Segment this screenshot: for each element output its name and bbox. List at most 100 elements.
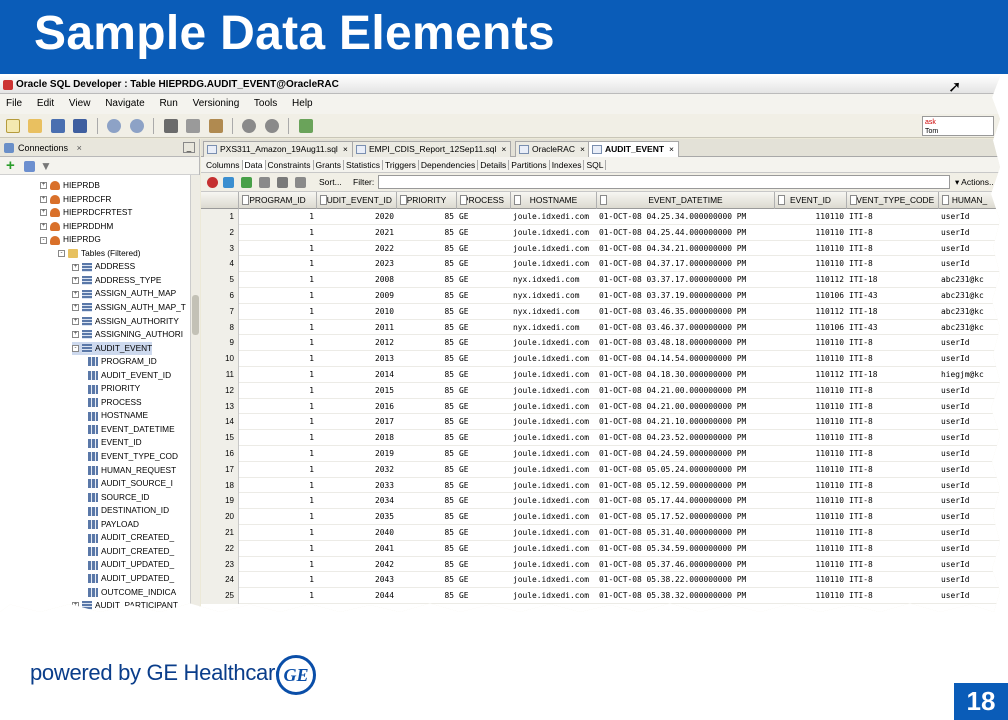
tab-empi-cdis-sql[interactable]: EMPI_CDIS_Report_12Sep11.sql × [352, 141, 512, 157]
table-cell[interactable]: 110110 [775, 462, 847, 478]
tree-node-column[interactable]: AUDIT_EVENT_ID [88, 369, 171, 383]
subtab-sql[interactable]: SQL [584, 160, 607, 170]
menu-help[interactable]: Help [292, 98, 313, 109]
expand-icon[interactable]: + [72, 317, 79, 325]
table-cell[interactable]: ITI-8 [847, 430, 939, 446]
expand-icon[interactable]: + [72, 304, 79, 312]
table-cell[interactable]: 2034 [317, 493, 397, 509]
table-cell[interactable]: joule.idxedi.com [511, 430, 597, 446]
sort-handle-icon[interactable] [400, 195, 407, 205]
subtab-statistics[interactable]: Statistics [344, 160, 384, 170]
table-cell[interactable]: 1 [239, 525, 317, 541]
table-cell[interactable]: userId [939, 225, 1000, 241]
subtab-columns[interactable]: Columns [204, 160, 243, 170]
table-cell[interactable]: nyx.idxedi.com [511, 288, 597, 304]
table-cell[interactable]: 01-OCT-08 05.17.52.000000000 PM [597, 509, 775, 525]
tree-node-column[interactable]: DESTINATION_ID [88, 504, 169, 518]
ask-tom-widget[interactable]: ask Tom [922, 116, 994, 136]
table-cell[interactable]: ITI-8 [847, 525, 939, 541]
table-cell[interactable]: 1 [239, 225, 317, 241]
table-cell[interactable]: 01-OCT-08 05.38.22.000000000 PM [597, 572, 775, 588]
tree-node-table[interactable]: + ASSIGN_AUTH_MAP [72, 287, 176, 301]
sort-handle-icon[interactable] [320, 195, 327, 205]
table-cell[interactable]: userId [939, 430, 1000, 446]
tab-pxs311-sql[interactable]: PXS311_Amazon_19Aug11.sql × [203, 141, 353, 157]
table-row[interactable]: 4 1 2023 85 GE joule.idxedi.com 01-OCT-08 04.3… [201, 256, 1000, 273]
table-cell[interactable]: 1 [239, 399, 317, 415]
tree-scrollbar-thumb[interactable] [192, 295, 199, 335]
expand-icon[interactable]: + [72, 290, 79, 298]
table-cell[interactable]: 2012 [317, 335, 397, 351]
table-cell[interactable]: 85 [397, 446, 457, 462]
table-cell[interactable]: ITI-8 [847, 541, 939, 557]
sort-handle-icon[interactable] [514, 195, 521, 205]
table-row[interactable]: 17 1 2032 85 GE joule.idxedi.com 01-OCT-08 05.… [201, 461, 1000, 478]
table-cell[interactable]: 01-OCT-08 03.46.35.000000000 PM [597, 304, 775, 320]
tree-node-table[interactable]: + ASSIGNING_AUTHORI [72, 328, 183, 342]
paste-icon[interactable] [208, 119, 223, 133]
tree-node-table[interactable]: + ASSIGN_AUTHORITY [72, 315, 179, 329]
tree-node-column[interactable]: HOSTNAME [88, 409, 148, 423]
open-folder-icon[interactable] [28, 119, 43, 133]
table-cell[interactable]: joule.idxedi.com [511, 493, 597, 509]
column-header[interactable]: PRIORITY [397, 192, 457, 209]
pin-icon[interactable] [207, 177, 218, 188]
table-cell[interactable]: ITI-8 [847, 446, 939, 462]
table-cell[interactable]: userId [939, 588, 1000, 604]
table-row[interactable]: 3 1 2022 85 GE joule.idxedi.com 01-OCT-08 04.3… [201, 240, 1000, 257]
table-cell[interactable]: abc231@kc [939, 272, 1000, 288]
table-cell[interactable]: 110110 [775, 430, 847, 446]
table-cell[interactable]: 01-OCT-08 05.34.59.000000000 PM [597, 541, 775, 557]
menu-navigate[interactable]: Navigate [105, 98, 144, 109]
table-cell[interactable]: userId [939, 462, 1000, 478]
column-header[interactable]: AUDIT_EVENT_ID [317, 192, 397, 209]
table-cell[interactable]: 2009 [317, 288, 397, 304]
table-cell[interactable]: joule.idxedi.com [511, 209, 597, 225]
table-cell[interactable]: 01-OCT-08 04.14.54.000000000 PM [597, 351, 775, 367]
tree-node-db[interactable]: + HIEPRDB [40, 179, 100, 193]
table-cell[interactable]: 01-OCT-08 05.05.24.000000000 PM [597, 462, 775, 478]
copy-icon[interactable] [186, 119, 201, 133]
table-cell[interactable]: 2019 [317, 446, 397, 462]
table-cell[interactable]: 85 [397, 572, 457, 588]
tab-close-icon[interactable]: × [343, 144, 348, 154]
table-cell[interactable]: GE [457, 588, 511, 604]
table-cell[interactable]: ITI-8 [847, 256, 939, 272]
table-cell[interactable]: 2043 [317, 572, 397, 588]
table-cell[interactable]: 1 [239, 383, 317, 399]
undo-icon[interactable] [107, 119, 122, 133]
tree-node-column[interactable]: AUDIT_CREATED_ [88, 531, 174, 545]
table-cell[interactable]: 1 [239, 209, 317, 225]
table-cell[interactable]: joule.idxedi.com [511, 256, 597, 272]
table-cell[interactable]: 85 [397, 557, 457, 573]
table-cell[interactable]: ITI-18 [847, 304, 939, 320]
table-row[interactable]: 10 1 2013 85 GE joule.idxedi.com 01-OCT-08 04.… [201, 351, 1000, 367]
table-cell[interactable]: 110110 [775, 509, 847, 525]
table-cell[interactable]: userId [939, 399, 1000, 415]
table-cell[interactable]: 110110 [775, 478, 847, 494]
table-cell[interactable]: 85 [397, 288, 457, 304]
table-cell[interactable]: abc231@kc [939, 320, 1000, 336]
sort-handle-icon[interactable] [942, 195, 949, 205]
table-cell[interactable]: 110110 [775, 572, 847, 588]
new-file-icon[interactable] [6, 119, 20, 133]
table-cell[interactable]: 2011 [317, 320, 397, 336]
forward-icon[interactable] [264, 119, 279, 133]
tab-close-icon[interactable]: × [669, 144, 674, 154]
table-cell[interactable]: ITI-8 [847, 478, 939, 494]
table-cell[interactable]: 2015 [317, 383, 397, 399]
table-cell[interactable]: 2021 [317, 225, 397, 241]
tab-audit-event[interactable]: AUDIT_EVENT × [588, 141, 680, 157]
table-cell[interactable]: GE [457, 209, 511, 225]
save-all-icon[interactable] [73, 119, 88, 133]
table-cell[interactable]: 2042 [317, 557, 397, 573]
column-header[interactable]: PROCESS [457, 192, 511, 209]
table-row[interactable]: 25 1 2044 85 GE joule.idxedi.com 01-OCT-08 05.… [201, 588, 1000, 604]
sort-handle-icon[interactable] [242, 195, 249, 205]
table-cell[interactable]: 01-OCT-08 03.37.17.000000000 PM [597, 272, 775, 288]
table-cell[interactable]: 01-OCT-08 04.34.21.000000000 PM [597, 241, 775, 257]
add-connection-icon[interactable]: + [6, 158, 15, 173]
table-cell[interactable]: GE [457, 478, 511, 494]
table-cell[interactable]: ITI-8 [847, 383, 939, 399]
table-cell[interactable]: GE [457, 351, 511, 367]
